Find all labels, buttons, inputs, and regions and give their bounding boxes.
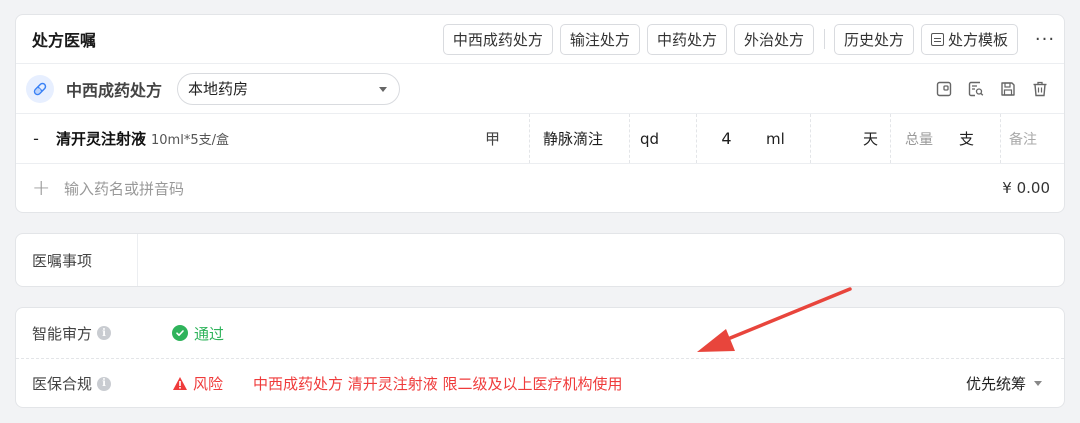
tab-herbal-rx[interactable]: 中药处方 xyxy=(646,23,727,55)
save-icon[interactable] xyxy=(998,79,1018,99)
smart-review-status: 通过 xyxy=(172,323,224,344)
tab-western-chinese-rx[interactable]: 中西成药处方 xyxy=(442,23,553,55)
medical-note-input[interactable] xyxy=(138,234,1064,286)
plus-icon[interactable]: + xyxy=(32,176,52,201)
smart-review-label: 智能审方 xyxy=(32,324,93,343)
total-field[interactable]: 总量 支 xyxy=(890,114,1000,163)
drug-search-input[interactable]: 输入药名或拼音码 xyxy=(64,178,184,199)
priority-select[interactable]: 优先统筹 xyxy=(966,373,1064,394)
warning-icon xyxy=(172,376,188,391)
prescription-card: 处方医嘱 中西成药处方 输注处方 中药处方 外治处方 历史处方 处方模板 ···… xyxy=(15,14,1065,213)
days-field[interactable]: 天 xyxy=(810,114,890,163)
remark-input[interactable]: 备注 xyxy=(1000,114,1064,163)
insurance-class: 甲 xyxy=(484,130,500,148)
pharmacy-value: 本地药房 xyxy=(188,80,249,98)
drug-name: 清开灵注射液 xyxy=(56,130,147,148)
drug-spec: 10ml*5支/盒 xyxy=(151,133,229,148)
total-unit: 支 xyxy=(959,130,975,148)
total-label: 总量 xyxy=(905,131,933,148)
rx-template-label: 处方模板 xyxy=(947,30,1008,49)
drug-row: - 清开灵注射液 10ml*5支/盒 甲 静脉滴注 qd 4 ml 天 总量 支… xyxy=(16,114,1064,164)
collapse-toggle[interactable]: - xyxy=(16,114,56,163)
smart-review-row: 智能审方 i 通过 xyxy=(16,308,1064,358)
insurance-status: 风险 xyxy=(172,373,223,394)
drug-name-cell[interactable]: 清开灵注射液 10ml*5支/盒 xyxy=(56,114,456,163)
more-button[interactable]: ··· xyxy=(1026,29,1064,50)
delete-icon[interactable] xyxy=(1030,79,1050,99)
total-price: ¥ 0.00 xyxy=(1002,179,1050,197)
template-icon xyxy=(930,32,944,46)
rx-subheader: 中西成药处方 本地药房 xyxy=(16,64,1064,114)
history-rx-button[interactable]: 历史处方 xyxy=(833,23,914,55)
risk-message: 中西成药处方 清开灵注射液 限二级及以上医疗机构使用 xyxy=(253,375,623,393)
insurance-compliance-label: 医保合规 xyxy=(32,375,93,393)
insurance-status-text: 风险 xyxy=(193,375,224,393)
divider xyxy=(823,29,825,49)
add-drug-row[interactable]: + 输入药名或拼音码 ¥ 0.00 xyxy=(16,164,1064,212)
medical-note-card: 医嘱事项 xyxy=(15,233,1065,287)
route-field[interactable]: 静脉滴注 xyxy=(529,114,629,163)
insurance-compliance-row: 医保合规 i 风险 中西成药处方 清开灵注射液 限二级及以上医疗机构使用 优先统… xyxy=(16,358,1064,408)
audit-card: 智能审方 i 通过 医保合规 i 风险 中西成药处方 清开灵注射液 限二级及以上… xyxy=(15,307,1065,408)
tab-external-rx[interactable]: 外治处方 xyxy=(733,23,814,55)
chevron-down-icon xyxy=(379,86,388,92)
prescription-header: 处方医嘱 中西成药处方 输注处方 中药处方 外治处方 历史处方 处方模板 ··· xyxy=(16,15,1064,64)
info-icon[interactable]: i xyxy=(97,326,112,340)
priority-value: 优先统筹 xyxy=(965,375,1026,393)
medical-note-label: 医嘱事项 xyxy=(16,234,138,286)
check-circle-icon xyxy=(172,325,188,341)
pill-icon xyxy=(26,74,54,103)
tab-infusion-rx[interactable]: 输注处方 xyxy=(559,23,640,55)
preview-search-icon[interactable] xyxy=(966,79,986,99)
frequency-field[interactable]: qd xyxy=(629,114,696,163)
pharmacy-select[interactable]: 本地药房 xyxy=(177,72,401,105)
dose-unit[interactable]: ml xyxy=(756,114,810,163)
days-unit: 天 xyxy=(862,130,878,148)
chevron-down-icon xyxy=(1034,381,1042,386)
note-icon[interactable] xyxy=(934,79,954,99)
page-title: 处方医嘱 xyxy=(32,31,97,50)
rx-type-title: 中西成药处方 xyxy=(66,80,163,100)
info-icon[interactable]: i xyxy=(97,376,112,391)
smart-review-status-text: 通过 xyxy=(194,324,225,343)
dose-field[interactable]: 4 xyxy=(696,114,756,163)
rx-template-button[interactable]: 处方模板 xyxy=(920,23,1018,55)
